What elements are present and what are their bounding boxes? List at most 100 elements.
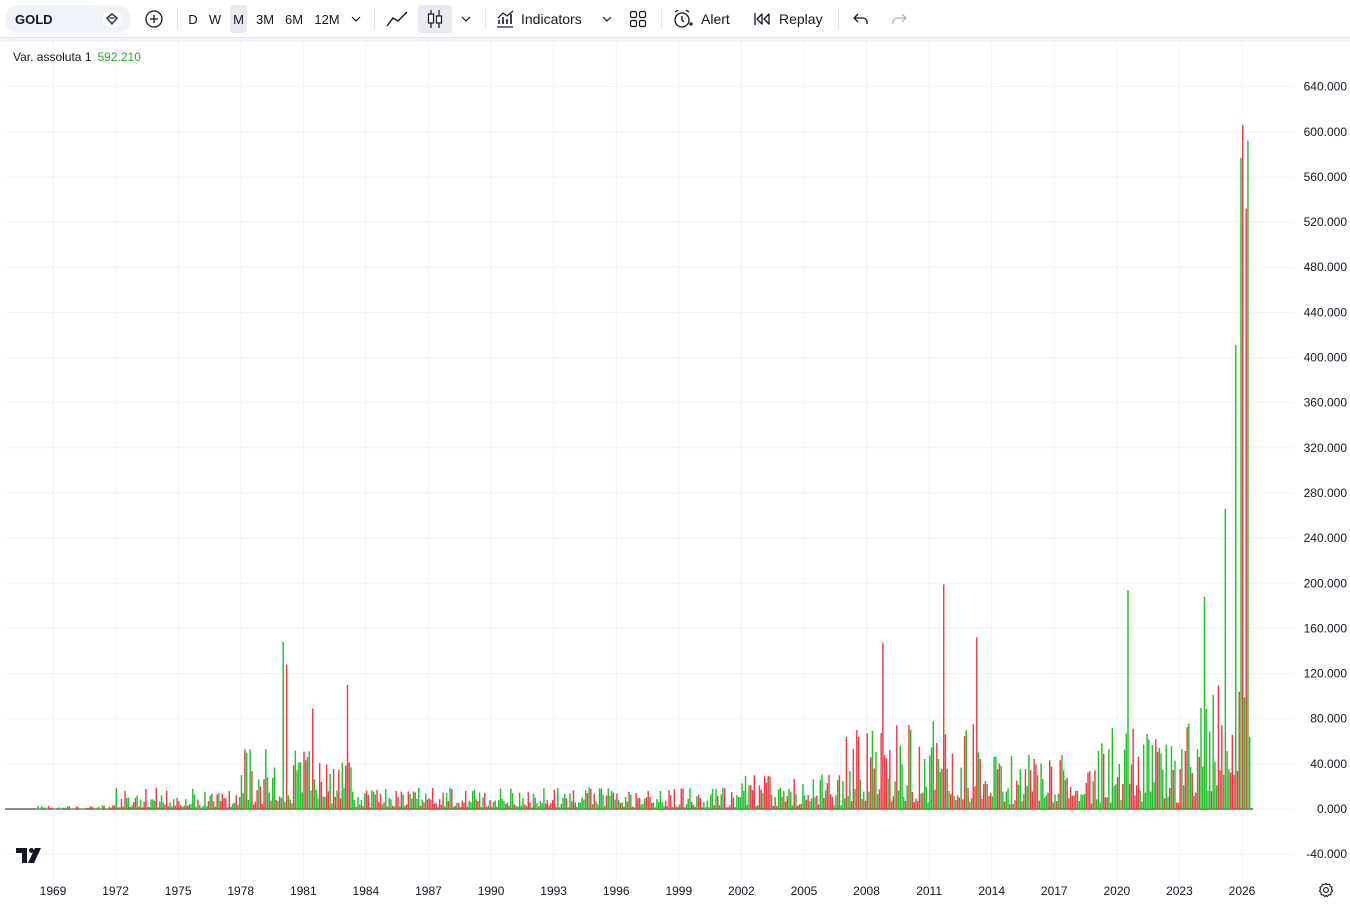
volume-bar xyxy=(105,808,107,810)
volume-bar xyxy=(854,788,856,809)
volume-bar xyxy=(367,795,370,809)
volume-bar xyxy=(1224,508,1227,809)
volume-bar xyxy=(124,790,126,809)
volume-bar xyxy=(531,807,533,809)
indicators-button[interactable]: Indicators xyxy=(495,5,589,33)
interval-3m[interactable]: 3M xyxy=(253,5,277,33)
volume-bar xyxy=(567,807,569,809)
volume-bar xyxy=(544,803,547,809)
chart-plot-area[interactable] xyxy=(5,42,1293,880)
volume-bar xyxy=(195,807,197,809)
volume-bar xyxy=(576,806,578,809)
volume-bar xyxy=(616,793,618,809)
volume-bar xyxy=(760,789,762,809)
alert-clock-icon xyxy=(672,9,694,29)
add-symbol-icon[interactable] xyxy=(142,5,166,33)
chart-type-chevron-icon[interactable] xyxy=(457,5,475,33)
volume-bar xyxy=(774,797,776,809)
volume-bar xyxy=(226,807,229,809)
price-axis[interactable]: 640.000 600.000 560.000 520.000 480.000 440.0… xyxy=(1293,42,1350,880)
interval-w[interactable]: W xyxy=(207,5,223,33)
volume-bar xyxy=(1186,727,1188,809)
volume-bar xyxy=(1049,760,1051,809)
interval-d[interactable]: D xyxy=(186,5,200,33)
volume-bar xyxy=(56,807,58,809)
volume-bar xyxy=(637,798,639,809)
volume-bar xyxy=(1019,769,1021,809)
volume-bar xyxy=(1189,767,1192,809)
tradingview-logo[interactable] xyxy=(16,847,46,869)
volume-bar xyxy=(828,774,830,809)
volume-bar xyxy=(524,804,526,809)
volume-bar xyxy=(991,796,994,809)
volume-bar xyxy=(1179,769,1181,809)
volume-bar xyxy=(346,684,349,809)
compare-icon[interactable] xyxy=(103,10,121,28)
volume-bar xyxy=(385,788,387,809)
volume-bar xyxy=(353,799,356,809)
volume-bar xyxy=(258,779,260,809)
price-tick-label: 400.000 xyxy=(1304,351,1348,365)
volume-bar xyxy=(1108,749,1110,809)
volume-bar xyxy=(305,760,307,809)
volume-bar xyxy=(744,775,747,809)
volume-bar xyxy=(1016,780,1018,809)
volume-bar xyxy=(557,787,559,809)
layouts-grid-icon[interactable] xyxy=(624,5,652,33)
volume-bar xyxy=(583,799,585,809)
price-tick-label: 600.000 xyxy=(1304,125,1348,139)
volume-bar xyxy=(816,795,818,809)
volume-bar xyxy=(883,754,886,809)
volume-bar xyxy=(965,730,968,809)
alert-button[interactable]: Alert xyxy=(672,5,738,33)
volume-bar xyxy=(680,788,682,809)
volume-bar xyxy=(1247,140,1249,809)
volume-bar xyxy=(949,794,952,809)
volume-bar xyxy=(496,806,498,809)
volume-bar xyxy=(79,808,81,810)
volume-bar xyxy=(974,786,976,809)
candles-chart-icon[interactable] xyxy=(418,5,452,33)
volume-bar xyxy=(268,792,270,809)
volume-bar xyxy=(350,767,352,809)
volume-bar xyxy=(96,807,98,809)
volume-bar xyxy=(737,797,740,809)
volume-bar xyxy=(159,801,161,809)
volume-bar xyxy=(202,805,204,809)
volume-bar xyxy=(750,785,752,809)
volume-bar xyxy=(336,790,338,809)
volume-bar xyxy=(569,793,571,809)
volume-bar xyxy=(92,807,95,809)
time-tick-label: 1984 xyxy=(353,884,380,898)
volume-bar xyxy=(294,750,297,809)
volume-bar xyxy=(783,791,785,809)
symbol-search[interactable]: GOLD xyxy=(5,5,131,33)
volume-bar xyxy=(164,804,166,809)
interval-12m[interactable]: 12M xyxy=(312,5,342,33)
volume-bar xyxy=(75,806,78,809)
interval-m[interactable]: M xyxy=(230,5,247,33)
line-chart-icon[interactable] xyxy=(383,5,411,33)
volume-bar xyxy=(868,791,870,809)
volume-bar xyxy=(597,804,599,809)
undo-icon[interactable] xyxy=(849,5,873,33)
redo-icon[interactable] xyxy=(887,5,911,33)
time-axis[interactable]: 1969 1972 1975 1978 1981 1984 1987 1990 1993 1996… xyxy=(5,880,1293,902)
indicators-chevron-icon[interactable] xyxy=(598,5,616,33)
settings-gear-icon[interactable] xyxy=(1318,882,1334,903)
volume-bar xyxy=(308,751,310,809)
indicator-legend[interactable]: Var. assoluta 1 592.210 xyxy=(13,50,141,64)
volume-bar xyxy=(407,791,410,809)
volume-bar xyxy=(638,797,641,809)
volume-bar xyxy=(513,804,516,809)
interval-6m[interactable]: 6M xyxy=(282,5,306,33)
volume-bar xyxy=(765,782,768,809)
replay-button[interactable]: Replay xyxy=(753,5,827,33)
volume-bar xyxy=(1080,794,1082,809)
time-tick-label: 2020 xyxy=(1103,884,1130,898)
volume-bar xyxy=(757,805,759,809)
volume-bar xyxy=(536,803,538,809)
volume-bar xyxy=(84,808,86,809)
interval-dropdown-chevron-icon[interactable] xyxy=(347,5,365,33)
volume-bar xyxy=(372,791,375,809)
